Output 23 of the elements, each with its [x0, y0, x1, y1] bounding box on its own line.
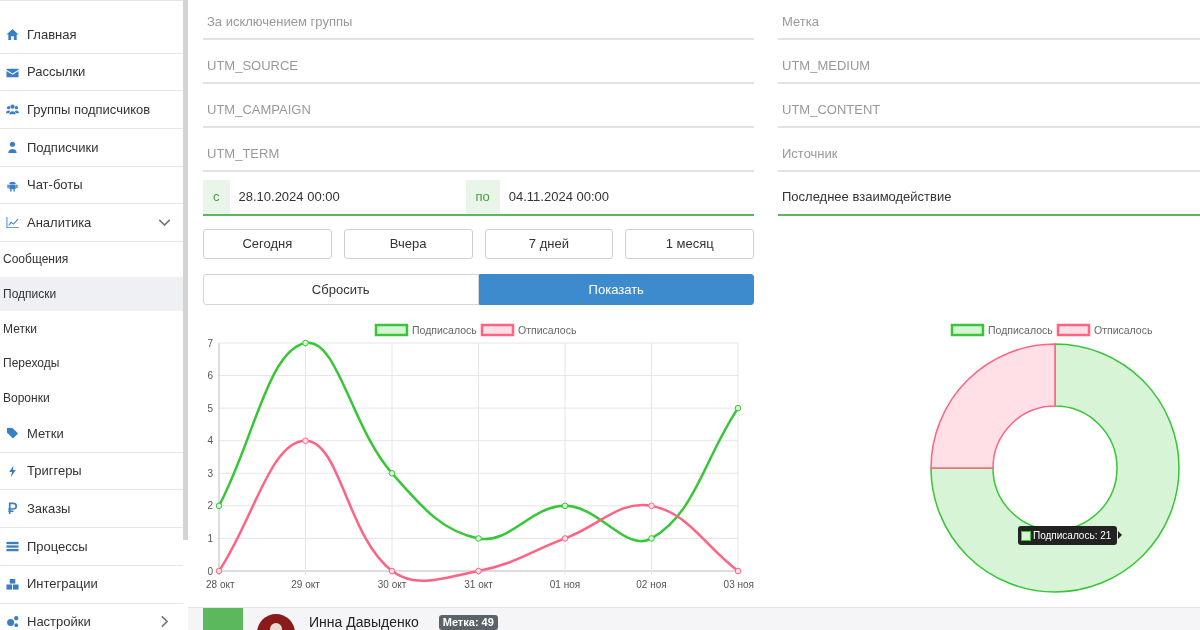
axis-label: 31 окт — [464, 579, 493, 590]
date-prefix: с — [203, 180, 230, 214]
axis-label: 02 ноя — [636, 579, 667, 590]
axis-label: 29 окт — [291, 579, 320, 590]
axis-label: 0 — [207, 565, 213, 577]
axis-label: 5 — [207, 402, 213, 414]
axis-label: 1 — [207, 532, 213, 544]
axis-label: 7 — [207, 337, 213, 349]
axis-label: 2 — [207, 500, 213, 512]
tooltip-text: Подписалось: 21 — [1033, 529, 1112, 543]
axis-label: 6 — [207, 370, 213, 382]
axis-label: 4 — [207, 435, 213, 447]
legend-label: Отписалось — [1094, 324, 1153, 336]
tag-chip: Метка: 49 — [438, 615, 498, 630]
axis-label: 3 — [207, 467, 213, 479]
axis-label: 03 ноя — [723, 579, 754, 590]
axis-label: 28 окт — [206, 579, 235, 590]
date-prefix: по — [465, 180, 500, 214]
axis-label: 30 окт — [377, 579, 407, 590]
legend-label: Подписалось — [412, 324, 477, 336]
legend-label: Отписалось — [518, 324, 577, 336]
legend-label: Подписалось — [988, 324, 1053, 336]
axis-label: 01 ноя — [549, 579, 581, 590]
